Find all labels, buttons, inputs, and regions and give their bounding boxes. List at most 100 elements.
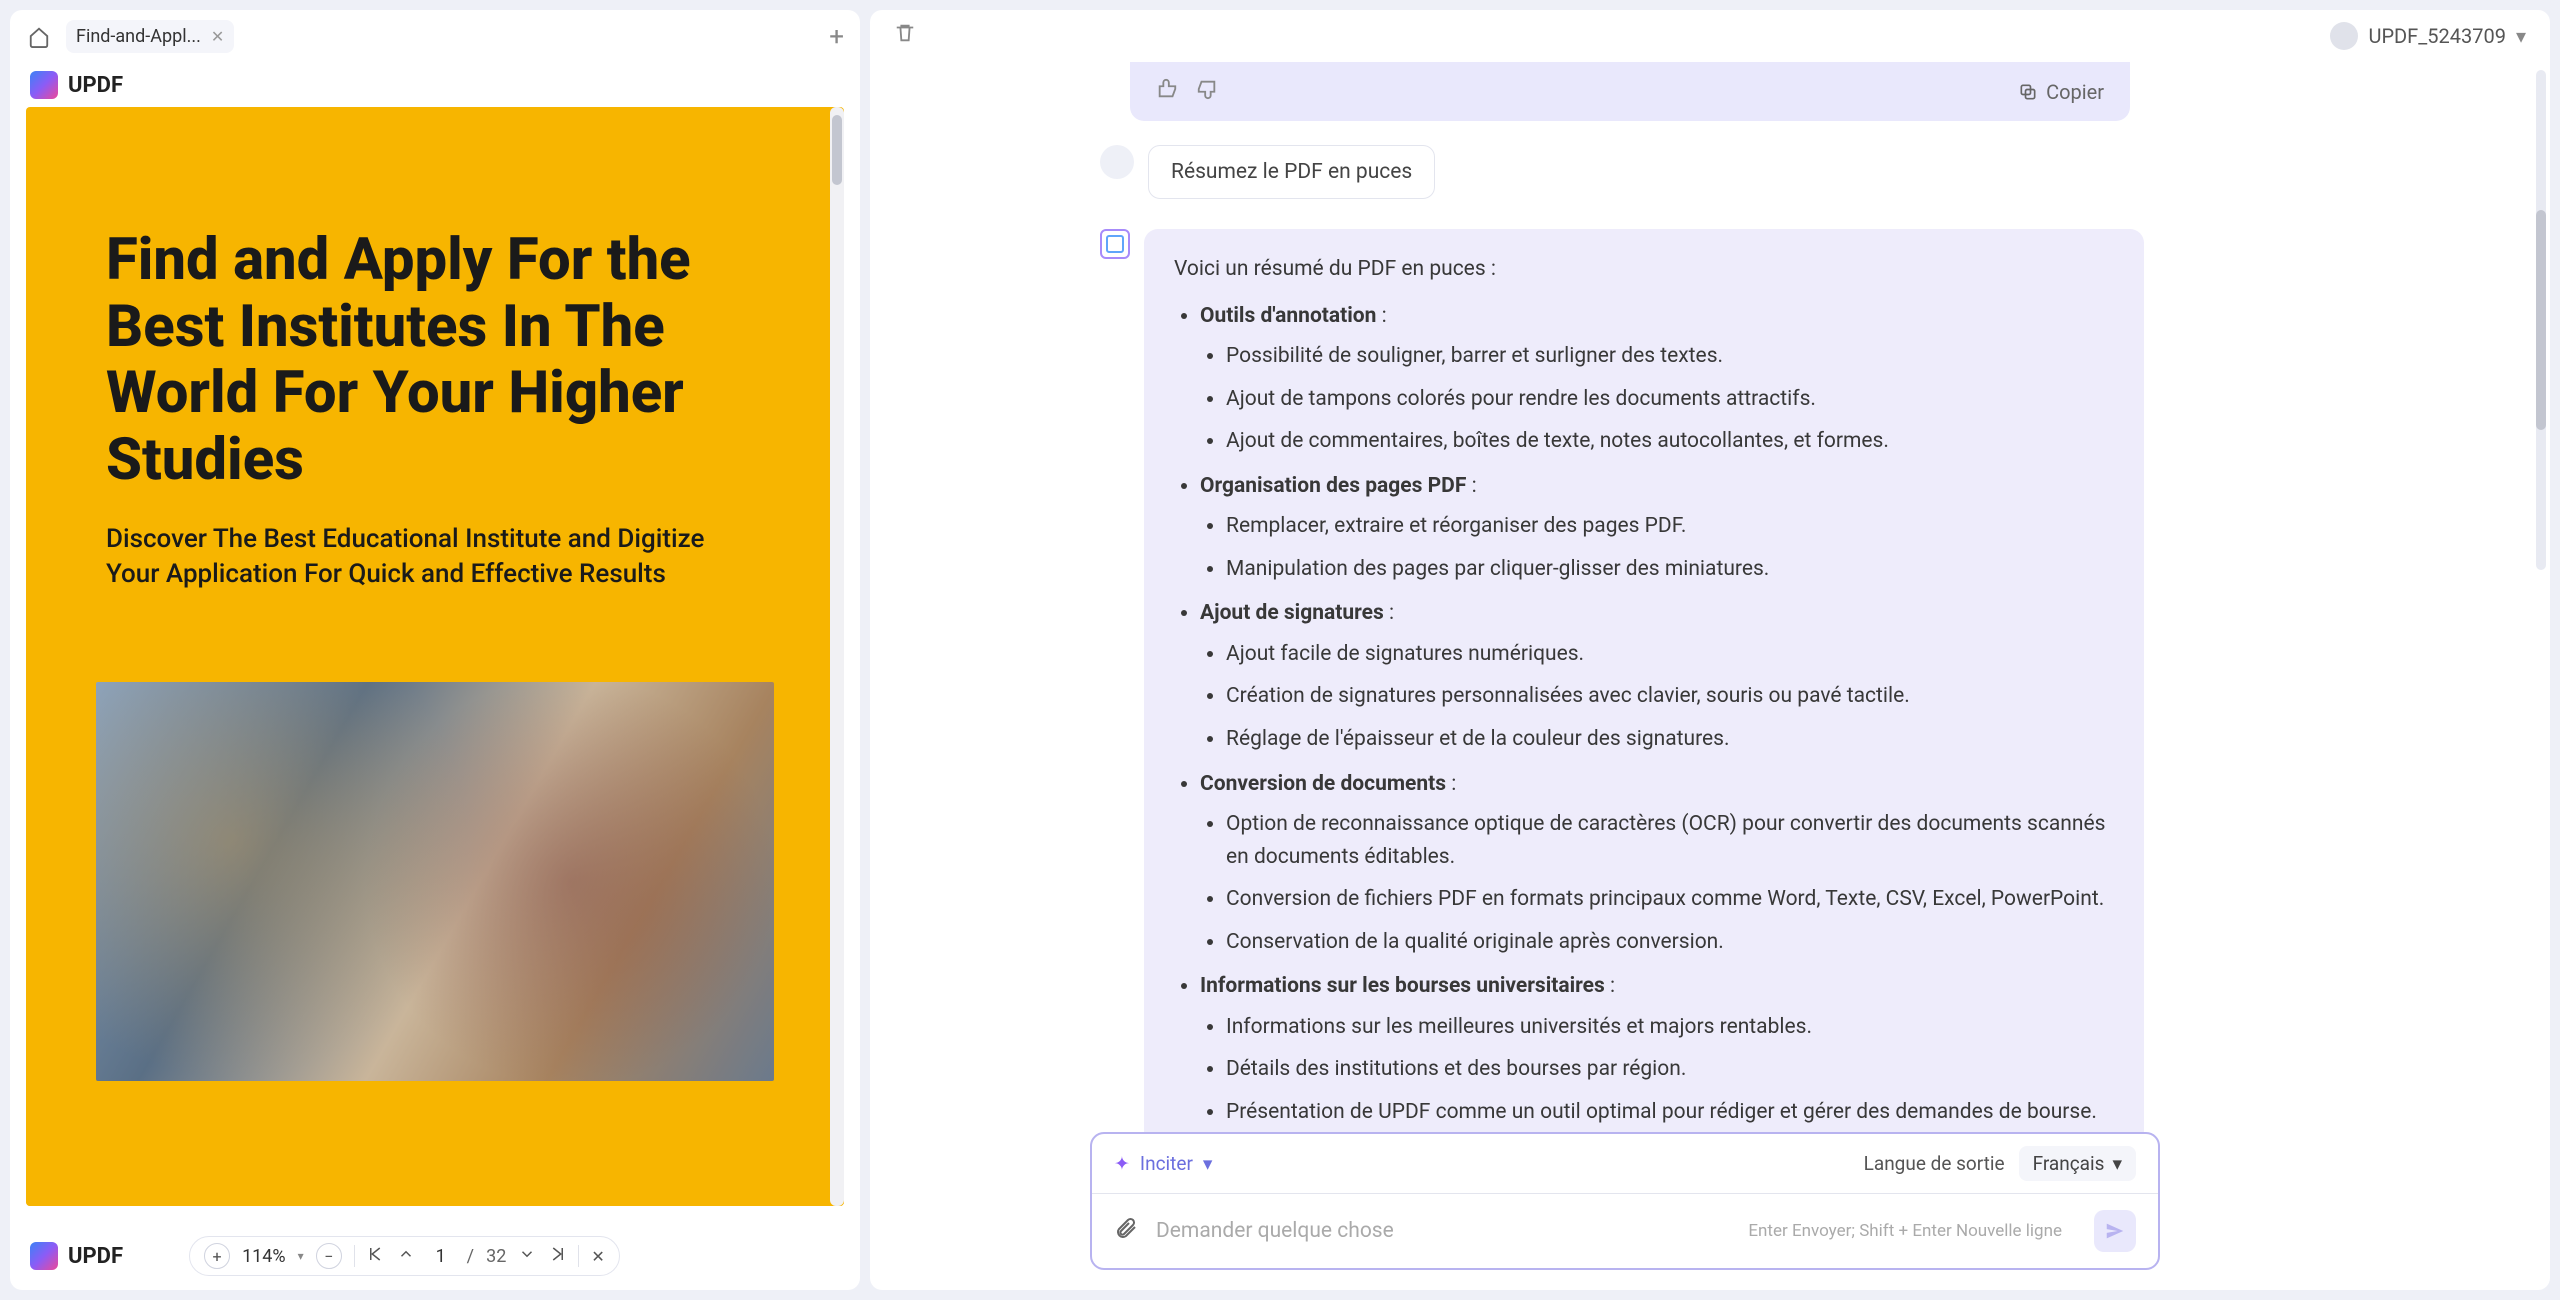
summary-item: Remplacer, extraire et réorganiser des p… xyxy=(1226,510,2114,543)
pdf-title: Find and Apply For the Best Institutes I… xyxy=(106,227,764,494)
chevron-down-icon: ▾ xyxy=(1203,1152,1213,1175)
chat-composer: ✦ Inciter ▾ Langue de sortie Français ▾ … xyxy=(1090,1132,2160,1270)
summary-item: Option de reconnaissance optique de cara… xyxy=(1226,808,2114,873)
home-icon[interactable] xyxy=(26,24,52,50)
next-page-button[interactable] xyxy=(518,1245,536,1267)
attach-icon[interactable] xyxy=(1114,1216,1138,1246)
composer-toolbar: ✦ Inciter ▾ Langue de sortie Français ▾ xyxy=(1092,1134,2158,1194)
chat-scroll-area[interactable]: Copier Résumez le PDF en puces Voici un … xyxy=(870,62,2550,1132)
composer-input-row: Enter Envoyer; Shift + Enter Nouvelle li… xyxy=(1092,1194,2158,1268)
pdf-toolbar: UPDF + 114% ▾ − / 32 ✕ xyxy=(10,1222,860,1290)
trash-icon[interactable] xyxy=(894,22,916,50)
ai-message-row: Voici un résumé du PDF en puces : Outils… xyxy=(1100,229,2510,1132)
summary-section: Ajout de signatures :Ajout facile de sig… xyxy=(1200,597,2114,755)
page-separator: / xyxy=(467,1246,474,1267)
user-avatar-icon xyxy=(2330,22,2358,50)
divider xyxy=(354,1245,355,1267)
thumbs-down-button[interactable] xyxy=(1196,78,1218,105)
section-title: Conversion de documents xyxy=(1200,772,1446,796)
lang-label: Langue de sortie xyxy=(1864,1152,2005,1175)
chat-scrollbar-thumb[interactable] xyxy=(2536,210,2546,430)
app-logo-icon xyxy=(30,1242,58,1270)
user-name: UPDF_5243709 xyxy=(2368,24,2505,48)
summary-item: Ajout facile de signatures numériques. xyxy=(1226,638,2114,671)
output-language-group: Langue de sortie Français ▾ xyxy=(1864,1146,2136,1181)
ai-avatar-icon xyxy=(1100,229,1130,259)
inciter-label: Inciter xyxy=(1140,1152,1193,1175)
add-tab-button[interactable]: + xyxy=(829,22,844,52)
pdf-scrollbar[interactable] xyxy=(830,107,844,1206)
summary-item: Ajout de tampons colorés pour rendre les… xyxy=(1226,383,2114,416)
pdf-scrollbar-thumb[interactable] xyxy=(832,115,842,185)
document-tab[interactable]: Find-and-Appl... ✕ xyxy=(66,20,234,53)
copy-button[interactable]: Copier xyxy=(2018,80,2104,104)
pdf-page: Find and Apply For the Best Institutes I… xyxy=(26,107,844,1206)
divider xyxy=(578,1245,579,1267)
summary-section: Informations sur les bourses universitai… xyxy=(1200,970,2114,1128)
page-input[interactable] xyxy=(427,1246,455,1267)
close-toolbar-button[interactable]: ✕ xyxy=(591,1247,604,1266)
user-avatar-icon xyxy=(1100,145,1134,179)
spark-icon: ✦ xyxy=(1114,1152,1130,1175)
summary-section: Organisation des pages PDF :Remplacer, e… xyxy=(1200,470,2114,586)
lang-value: Français xyxy=(2033,1152,2105,1175)
chat-scrollbar[interactable] xyxy=(2536,70,2546,570)
section-title: Ajout de signatures xyxy=(1200,601,1384,625)
pdf-panel: Find-and-Appl... ✕ + UPDF Find and Apply… xyxy=(10,10,860,1290)
zoom-value: 114% xyxy=(242,1246,286,1267)
previous-response-actions: Copier xyxy=(1130,62,2130,121)
first-page-button[interactable] xyxy=(367,1245,385,1267)
page-total: 32 xyxy=(486,1246,506,1267)
summary-item: Possibilité de souligner, barrer et surl… xyxy=(1226,340,2114,373)
user-message-row: Résumez le PDF en puces xyxy=(1100,145,2510,199)
copy-label: Copier xyxy=(2046,80,2104,104)
user-message-text: Résumez le PDF en puces xyxy=(1171,160,1412,184)
chevron-down-icon: ▾ xyxy=(2112,1152,2122,1175)
summary-item: Création de signatures personnalisées av… xyxy=(1226,680,2114,713)
last-page-button[interactable] xyxy=(548,1245,566,1267)
pdf-viewport[interactable]: Find and Apply For the Best Institutes I… xyxy=(26,107,844,1206)
ai-summary-list: Outils d'annotation :Possibilité de soul… xyxy=(1200,300,2114,1132)
pdf-cover-image xyxy=(96,682,774,1081)
summary-item: Conversion de fichiers PDF en formats pr… xyxy=(1226,883,2114,916)
app-badge-footer: UPDF xyxy=(30,1242,123,1270)
summary-item: Ajout de commentaires, boîtes de texte, … xyxy=(1226,425,2114,458)
summary-item: Manipulation des pages par cliquer-gliss… xyxy=(1226,553,2114,586)
tab-title: Find-and-Appl... xyxy=(76,26,201,47)
inciter-button[interactable]: ✦ Inciter ▾ xyxy=(1114,1152,1212,1175)
summary-item: Détails des institutions et des bourses … xyxy=(1226,1053,2114,1086)
section-title: Organisation des pages PDF xyxy=(1200,474,1466,498)
summary-item: Conservation de la qualité originale apr… xyxy=(1226,926,2114,959)
app-badge: UPDF xyxy=(10,63,860,107)
app-name-footer: UPDF xyxy=(68,1244,123,1269)
app-logo-icon xyxy=(30,71,58,99)
tab-bar: Find-and-Appl... ✕ + xyxy=(10,10,860,63)
pdf-subtitle: Discover The Best Educational Institute … xyxy=(106,522,764,592)
section-title: Outils d'annotation xyxy=(1200,304,1376,328)
summary-section: Conversion de documents :Option de recon… xyxy=(1200,768,2114,959)
summary-item: Réglage de l'épaisseur et de la couleur … xyxy=(1226,723,2114,756)
zoom-dropdown-icon[interactable]: ▾ xyxy=(298,1249,304,1263)
chat-panel: UPDF_5243709 ▾ Copier Résumez le PDF en xyxy=(870,10,2550,1290)
prev-page-button[interactable] xyxy=(397,1245,415,1267)
user-message-bubble: Résumez le PDF en puces xyxy=(1148,145,1435,199)
zoom-in-button[interactable]: + xyxy=(204,1243,230,1269)
zoom-page-controls: + 114% ▾ − / 32 ✕ xyxy=(189,1236,620,1276)
section-title: Informations sur les bourses universitai… xyxy=(1200,974,1605,998)
send-button[interactable] xyxy=(2094,1210,2136,1252)
zoom-out-button[interactable]: − xyxy=(316,1243,342,1269)
chevron-down-icon: ▾ xyxy=(2516,24,2526,48)
summary-item: Informations sur les meilleures universi… xyxy=(1226,1011,2114,1044)
app-name: UPDF xyxy=(68,73,123,98)
ai-message-bubble: Voici un résumé du PDF en puces : Outils… xyxy=(1144,229,2144,1132)
summary-section: Outils d'annotation :Possibilité de soul… xyxy=(1200,300,2114,458)
thumbs-up-button[interactable] xyxy=(1156,78,1178,105)
chat-input[interactable] xyxy=(1156,1219,1730,1243)
chat-header: UPDF_5243709 ▾ xyxy=(870,10,2550,62)
summary-item: Présentation de UPDF comme un outil opti… xyxy=(1226,1096,2114,1129)
close-icon[interactable]: ✕ xyxy=(211,27,224,46)
user-menu[interactable]: UPDF_5243709 ▾ xyxy=(2330,22,2526,50)
lang-select[interactable]: Français ▾ xyxy=(2019,1146,2136,1181)
input-hint: Enter Envoyer; Shift + Enter Nouvelle li… xyxy=(1748,1221,2062,1241)
ai-intro: Voici un résumé du PDF en puces : xyxy=(1174,253,2114,286)
